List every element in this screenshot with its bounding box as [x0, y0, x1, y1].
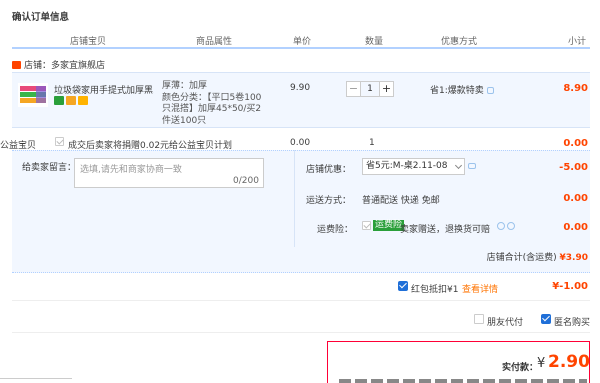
service-badges — [54, 96, 88, 105]
guarantee-icon — [66, 96, 76, 105]
shipping-label: 运送方式： — [306, 196, 352, 206]
column-header-item: 店铺宝贝 — [70, 37, 107, 47]
friend-pay-checkbox[interactable] — [474, 314, 484, 324]
shop-coupon-label: 店铺优惠： — [306, 165, 352, 175]
shipping-price: 0.00 — [563, 193, 588, 204]
chevron-down-icon — [454, 161, 463, 170]
order-item-row — [12, 72, 590, 128]
column-header-subtotal: 小计 — [568, 37, 587, 47]
header-divider — [12, 47, 590, 49]
insurance-text: 卖家赠送，退换货可赔 — [400, 225, 491, 235]
product-title-link[interactable]: 垃圾袋家用手提式加厚黑... — [54, 83, 154, 96]
insurance-help-icon[interactable] — [507, 222, 515, 230]
seven-day-return-icon — [54, 96, 64, 105]
attr-line: 厚薄：加厚 — [162, 81, 208, 91]
insurance-checkbox[interactable] — [362, 221, 371, 230]
attr-line: 只混搭】加厚45*50/买2 — [162, 104, 262, 114]
anonymous-checkbox[interactable] — [541, 314, 551, 324]
coupon-selected-value: 省5元:M-桌2.11-08 — [366, 161, 448, 171]
charity-qty: 1 — [369, 138, 375, 148]
shipping-method: 普通配送 快递 免邮 — [362, 196, 440, 206]
quantity-input[interactable]: 1 — [361, 81, 379, 97]
column-header-qty: 数量 — [365, 37, 384, 47]
item-subtotal: 8.90 — [563, 83, 588, 94]
product-thumbnail[interactable] — [18, 83, 48, 107]
credit-card-icon — [78, 96, 88, 105]
payment-currency: ¥ — [537, 356, 546, 371]
column-header-attrs: 商品属性 — [196, 37, 233, 47]
red-packet-checkbox[interactable] — [398, 281, 408, 291]
shop-total: 店铺合计(含运费) ¥3.90 — [487, 250, 588, 263]
unit-price: 9.90 — [290, 83, 311, 93]
shop-name[interactable]: 店铺：多家宜旗舰店 — [24, 61, 105, 71]
charity-checkbox[interactable] — [55, 137, 64, 146]
product-attributes: 厚薄：加厚 颜色分类：【平口5卷100 只混搭】加厚45*50/买2 件送100… — [162, 81, 272, 127]
charity-subtotal: 0.00 — [563, 138, 588, 149]
divider — [0, 378, 72, 379]
divider — [12, 332, 590, 333]
friend-pay-label: 朋友代付 — [487, 318, 524, 328]
divider — [12, 300, 590, 301]
quantity-stepper: − 1 + — [346, 81, 394, 97]
red-packet-value: ¥-1.00 — [552, 281, 588, 292]
payment-label: 实付款： — [502, 363, 539, 373]
shop-total-label: 店铺合计(含运费) — [486, 253, 557, 263]
promo-info-icon[interactable] — [486, 87, 494, 94]
charity-price: 0.00 — [290, 138, 311, 148]
coupon-info-icon[interactable] — [468, 163, 476, 169]
anonymous-label: 匿名购买 — [554, 318, 591, 328]
attr-line: 颜色分类：【平口5卷100 — [162, 92, 262, 103]
quantity-increase-button[interactable]: + — [379, 81, 394, 97]
shop-row: 店铺：多家宜旗舰店 — [12, 58, 105, 71]
red-packet-label: 红包抵扣¥1 — [411, 285, 459, 295]
seller-message-label: 给卖家留言： — [22, 163, 77, 173]
attr-line: 件送100只 — [162, 115, 207, 126]
address-text-cutoff — [339, 379, 587, 383]
insurance-chat-icon[interactable] — [497, 222, 505, 230]
panel-divider — [294, 150, 295, 247]
column-header-promo: 优惠方式 — [441, 37, 478, 47]
payment-amount: 2.90 — [548, 352, 590, 372]
insurance-label: 运费险： — [317, 225, 354, 235]
red-packet-details-link[interactable]: 查看详情 — [462, 282, 498, 295]
promo-info: 省1:爆款特卖 — [430, 83, 494, 96]
shop-total-amount: ¥3.90 — [559, 253, 588, 263]
quantity-decrease-button[interactable]: − — [346, 81, 361, 97]
insurance-price: 0.00 — [563, 222, 588, 233]
shop-icon — [12, 61, 21, 69]
column-header-price: 单价 — [293, 37, 312, 47]
message-char-count: 0/200 — [233, 176, 259, 186]
coupon-discount: -5.00 — [559, 162, 588, 173]
promo-text: 省1:爆款特卖 — [430, 86, 484, 96]
shop-coupon-select[interactable]: 省5元:M-桌2.11-08 — [362, 158, 465, 175]
seller-message-placeholder: 选填,请先和商家协商一致 — [80, 165, 182, 175]
page-title: 确认订单信息 — [12, 12, 70, 23]
